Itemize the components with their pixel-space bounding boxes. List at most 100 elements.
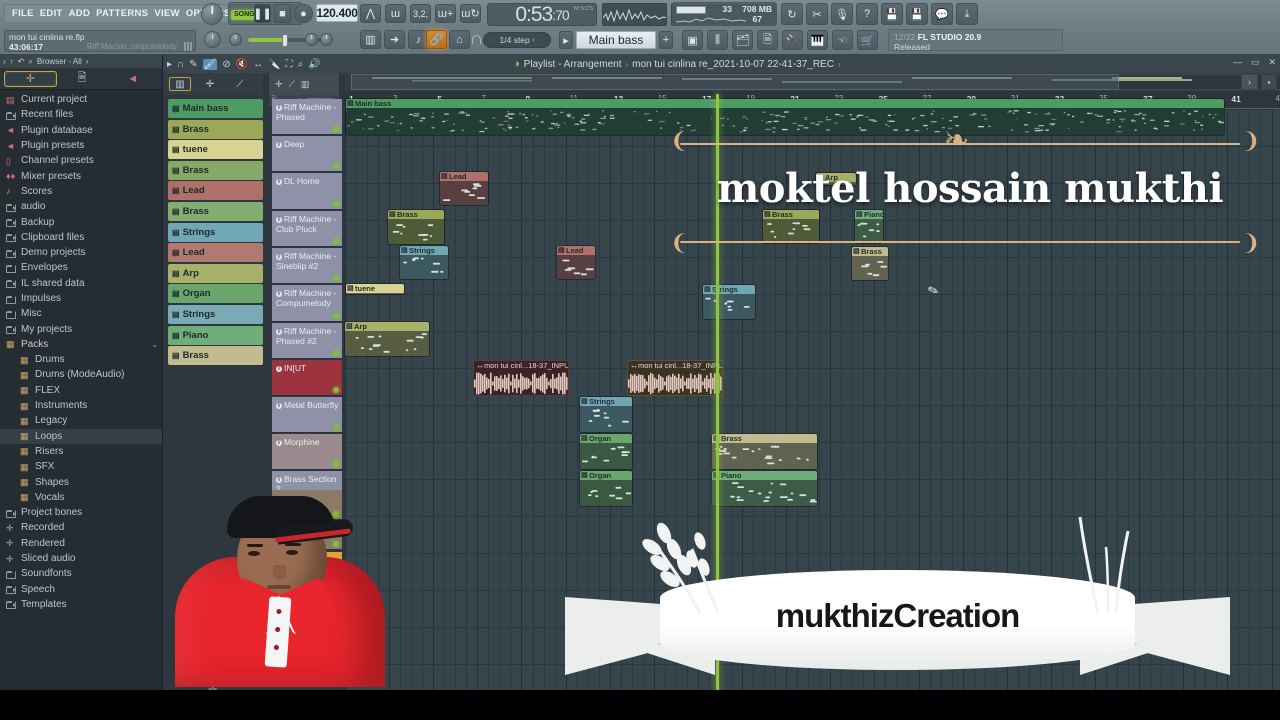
overview-view-handle[interactable]	[351, 74, 1119, 90]
overdub-icon[interactable]: ɯ↻	[460, 4, 481, 23]
browser-item-legacy[interactable]: ▦ Legacy	[0, 413, 162, 428]
channel-info-icon[interactable]: i	[276, 254, 282, 260]
browser-path-chevron[interactable]: ›	[86, 57, 89, 66]
track-header-2[interactable]: ▤ tuene	[168, 140, 263, 160]
mute-icon[interactable]: 🔇	[236, 59, 248, 70]
clip-organ[interactable]: Organ	[580, 434, 632, 469]
browser-item-envelopes[interactable]: Envelopes	[0, 260, 162, 275]
clip-piano[interactable]: Piano	[712, 471, 817, 506]
breadcrumb-chevron[interactable]: ›	[838, 60, 841, 69]
news-panel[interactable]: 12/22 FL STUDIO 20.9 Released	[888, 29, 1063, 52]
browser-item-drums[interactable]: ▦ Drums	[0, 352, 162, 367]
scroll-right-button[interactable]: ›	[1241, 74, 1258, 90]
clip-lead[interactable]: Lead	[557, 246, 595, 279]
file-icon[interactable]: 🗎	[757, 30, 778, 50]
arrow-icon[interactable]: ➜	[384, 30, 405, 49]
channel-led[interactable]	[333, 461, 339, 467]
browser-item-packs[interactable]: ▦ Packs ⌄	[0, 337, 162, 352]
channel-rack-icon[interactable]: ⫼	[707, 30, 728, 50]
browser-item-sliced-audio[interactable]: ✛ Sliced audio	[0, 551, 162, 566]
channel-led[interactable]	[333, 201, 339, 207]
browser-item-recent-files[interactable]: Recent files	[0, 107, 162, 122]
track-header-3[interactable]: ▤ Brass	[168, 160, 263, 180]
menu-add[interactable]: ADD	[66, 8, 93, 19]
browser-item-misc[interactable]: Misc	[0, 306, 162, 321]
time-display[interactable]: 0:53:70 M:S:CS	[487, 3, 597, 26]
pattern-prev-button[interactable]: ▸	[559, 31, 573, 49]
clip-brass[interactable]: Brass	[852, 247, 888, 280]
channel-0[interactable]: i Riff Machine - Phased	[272, 99, 342, 135]
audio-clip-0[interactable]: mon tui cinl...18-37_INPUT	[473, 360, 569, 396]
master-volume-knob[interactable]	[201, 3, 223, 25]
browser-item-backup[interactable]: Backup	[0, 214, 162, 229]
pan-knob[interactable]	[229, 33, 242, 46]
metronome-icon[interactable]: ɯ	[385, 4, 406, 23]
browser-item-soundfonts[interactable]: Soundfonts	[0, 566, 162, 581]
clip-main-bass[interactable]: Main bass	[346, 99, 1224, 135]
browser-item-plugin-database[interactable]: ◄ Plugin database	[0, 123, 162, 138]
browser-header[interactable]: › ↑ ↶ ⌕ Browser - All ›	[0, 55, 162, 68]
piano-roll-icon[interactable]: 🎹	[807, 30, 828, 50]
chevron-down-icon[interactable]: ⌄	[151, 340, 162, 349]
channel-8[interactable]: i Metal Butterfly	[272, 397, 342, 433]
channel-5[interactable]: i Riff Machine - Compumelody	[272, 285, 342, 322]
channel-info-icon[interactable]: i	[276, 142, 282, 148]
channel-led[interactable]	[333, 424, 339, 430]
channel-info-icon[interactable]: i	[276, 105, 282, 111]
channel-info-icon[interactable]: i	[276, 291, 282, 297]
audio-clip-1[interactable]: mon tui cinl...18-37_INPUT	[627, 360, 723, 396]
pitch-icon[interactable]: ⋀	[360, 4, 381, 23]
mixer-icon[interactable]: ▣	[682, 30, 703, 50]
track-header-4[interactable]: ▤ Lead	[168, 181, 263, 201]
plugin-icon[interactable]: 🔌	[782, 30, 803, 50]
browser-item-impulses[interactable]: Impulses	[0, 291, 162, 306]
track-header-0[interactable]: ▤ Main bass	[168, 99, 263, 118]
menu-patterns[interactable]: PATTERNS	[93, 8, 151, 19]
browser-tab-files[interactable]: 🗎	[57, 71, 108, 87]
browser-item-list[interactable]: ▤ Current project Recent files ◄ Plugin data…	[0, 90, 162, 720]
menu-file[interactable]: FILE	[9, 8, 37, 19]
pattern-next-button[interactable]: +	[659, 31, 673, 49]
volume-slider-knob[interactable]	[282, 34, 288, 47]
pattern-selector[interactable]: Main bass	[576, 31, 656, 49]
step-record-icon[interactable]: ɯ+	[435, 4, 456, 23]
step-seq-icon[interactable]: ▥	[360, 30, 381, 49]
track-header-7[interactable]: ▤ Lead	[168, 243, 263, 263]
clip-brass[interactable]: Brass	[388, 210, 444, 244]
browser-item-channel-presets[interactable]: ▯ Channel presets	[0, 153, 162, 168]
channel-info-icon[interactable]: i	[276, 366, 282, 372]
browser-item-loops[interactable]: ▦ Loops	[0, 428, 162, 444]
shop-icon[interactable]: 🛒	[857, 30, 878, 50]
clip-lead[interactable]: Lead	[440, 172, 488, 205]
delete-icon[interactable]: ⊘	[222, 59, 230, 70]
track-header-12[interactable]: ▤ Brass	[168, 346, 263, 366]
browser-item-project-bones[interactable]: Project bones	[0, 505, 162, 520]
clip-strings[interactable]: Strings	[400, 246, 448, 279]
track-header-11[interactable]: ▤ Piano	[168, 325, 263, 345]
channel-info-icon[interactable]: i	[276, 179, 282, 185]
magnet-icon[interactable]: ∩	[177, 59, 184, 70]
slice-icon[interactable]: 🔪	[268, 59, 280, 70]
track-automation-button[interactable]: ⟋	[229, 77, 251, 91]
slip-icon[interactable]: ↔	[253, 59, 263, 70]
record-button[interactable]: ●	[294, 4, 313, 23]
channel-led[interactable]	[333, 275, 339, 281]
nav-up-icon[interactable]: ↑	[10, 57, 14, 66]
browser-item-vocals[interactable]: ▦ Vocals	[0, 490, 162, 505]
channel-info-icon[interactable]: i	[276, 440, 282, 446]
scroll-menu-button[interactable]: ▪	[1261, 74, 1277, 90]
browser-item-recorded[interactable]: ✛ Recorded	[0, 520, 162, 535]
clip-strings[interactable]: Strings	[703, 285, 755, 319]
channel-led[interactable]	[333, 350, 339, 356]
track-header-5[interactable]: ▤ Brass	[168, 202, 263, 221]
browser-item-il-shared-data[interactable]: IL shared data	[0, 276, 162, 291]
browser-item-mixer-presets[interactable]: ♦♦ Mixer presets	[0, 168, 162, 183]
channel-led[interactable]	[333, 238, 339, 244]
track-header-1[interactable]: ▤ Brass	[168, 119, 263, 139]
wait-icon[interactable]: 3,2,	[410, 4, 431, 23]
comment-icon[interactable]: 💬	[931, 3, 953, 25]
snap-selector[interactable]: 1/4 step ›	[483, 32, 551, 48]
minimize-icon[interactable]: —	[1233, 57, 1242, 68]
browser-item-sfx[interactable]: ▦ SFX	[0, 459, 162, 474]
track-header-10[interactable]: ▤ Strings	[168, 305, 263, 324]
